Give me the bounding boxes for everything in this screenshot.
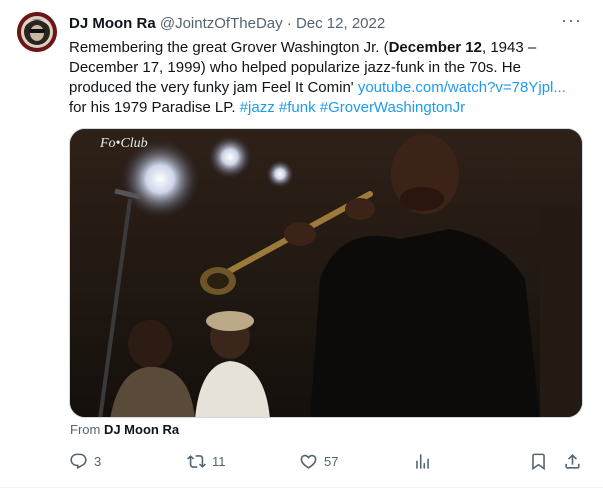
- more-options-icon[interactable]: ···: [561, 11, 581, 33]
- heart-icon: [300, 454, 317, 469]
- hashtag-funk[interactable]: #funk: [279, 99, 316, 116]
- reply-button[interactable]: 3: [69, 450, 101, 472]
- repost-icon: [187, 454, 206, 468]
- share-icon: [565, 453, 580, 469]
- tweet-text-part: Remembering the great Grover Washington …: [69, 39, 389, 56]
- repost-count: 11: [212, 453, 226, 469]
- video-media[interactable]: Fo•Club: [69, 128, 583, 418]
- hashtag-jazz[interactable]: #jazz: [240, 99, 275, 116]
- author-handle[interactable]: @JointzOfTheDay: [160, 15, 283, 32]
- action-bar: 3 11 57: [69, 450, 585, 472]
- author-name[interactable]: DJ Moon Ra: [69, 15, 156, 32]
- like-button[interactable]: 57: [299, 450, 338, 472]
- reply-icon: [70, 453, 87, 469]
- video-overlay-text: Fo•Club: [99, 136, 148, 151]
- share-button[interactable]: [563, 450, 582, 472]
- avatar[interactable]: [17, 12, 57, 52]
- analytics-icon: [416, 453, 429, 469]
- separator-dot: ·: [286, 15, 292, 32]
- tweet-text: Remembering the great Grover Washington …: [69, 38, 585, 118]
- bookmark-button[interactable]: [529, 450, 548, 472]
- attribution-name[interactable]: DJ Moon Ra: [104, 422, 179, 437]
- hashtag-grover[interactable]: #GroverWashingtonJr: [320, 99, 465, 116]
- tweet-text-part: for his 1979 Paradise LP.: [69, 99, 240, 116]
- media-attribution: From DJ Moon Ra: [70, 422, 179, 438]
- reply-count: 3: [94, 453, 102, 469]
- attribution-prefix: From: [70, 422, 104, 437]
- tweet-text-bold: December 12: [388, 39, 482, 56]
- like-count: 57: [324, 453, 339, 469]
- tweet-header: DJ Moon Ra @JointzOfTheDay · Dec 12, 202…: [69, 14, 583, 34]
- tweet-card[interactable]: DJ Moon Ra @JointzOfTheDay · Dec 12, 202…: [0, 0, 603, 488]
- tweet-date[interactable]: Dec 12, 2022: [296, 15, 385, 32]
- youtube-link[interactable]: youtube.com/watch?v=78Yjpl...: [358, 79, 566, 96]
- bookmark-icon: [532, 453, 545, 470]
- views-button[interactable]: [413, 450, 432, 472]
- repost-button[interactable]: 11: [187, 450, 226, 472]
